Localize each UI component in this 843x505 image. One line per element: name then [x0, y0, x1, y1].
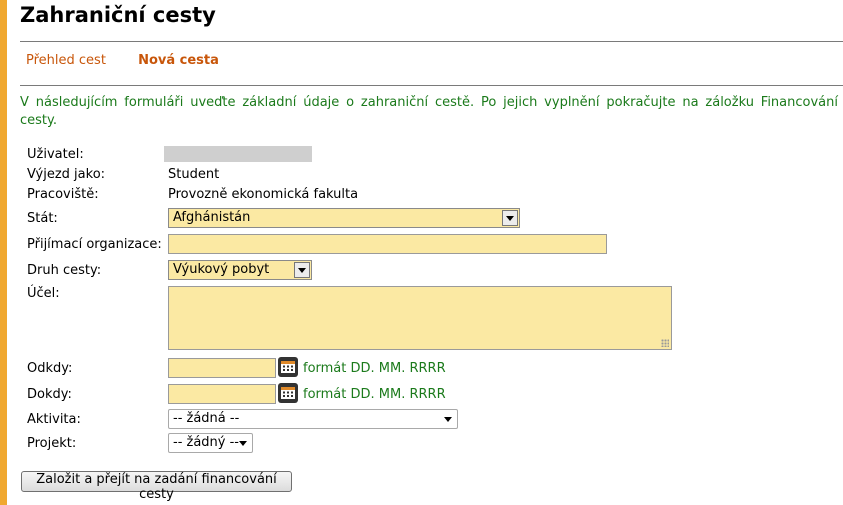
activity-select-value: -- žádná -- [173, 411, 240, 426]
activity-select[interactable]: -- žádná -- [168, 409, 458, 429]
chevron-down-icon[interactable] [502, 210, 518, 226]
workplace-value: Provozně ekonomická fakulta [168, 187, 359, 202]
chevron-down-icon[interactable] [444, 417, 452, 422]
from-date-label: Odkdy: [27, 361, 73, 376]
calendar-icon[interactable] [278, 383, 298, 403]
trip-type-select-value: Výukový pobyt [173, 262, 270, 277]
chevron-down-icon[interactable] [294, 262, 310, 278]
country-select-value: Afghánistán [173, 210, 251, 225]
from-date-format-hint: formát DD. MM. RRRR [303, 361, 446, 376]
trip-as-value: Student [168, 167, 220, 182]
from-date-input[interactable] [168, 358, 276, 378]
to-date-label: Dokdy: [27, 387, 72, 402]
calendar-icon[interactable] [278, 357, 298, 377]
tabs-divider [20, 85, 843, 86]
to-date-format-hint: formát DD. MM. RRRR [303, 387, 446, 402]
receiving-org-label: Přijímací organizace: [27, 237, 162, 252]
user-label: Uživatel: [27, 147, 84, 162]
purpose-textarea[interactable] [168, 286, 672, 350]
page-title: Zahraniční cesty [20, 3, 216, 27]
tab-nova-cesta[interactable]: Nová cesta [138, 53, 219, 68]
to-date-input[interactable] [168, 384, 276, 404]
country-label: Stát: [27, 211, 58, 226]
intro-text: V následujícím formuláři uveďte základní… [20, 95, 838, 128]
activity-label: Aktivita: [27, 412, 81, 427]
tab-bar: Přehled cest Nová cesta [26, 53, 247, 68]
main-content: Zahraniční cesty Přehled cest Nová cesta… [20, 0, 843, 505]
create-and-continue-button[interactable]: Založit a přejít na zadání financování c… [21, 471, 292, 502]
trip-as-label: Výjezd jako: [27, 167, 106, 182]
user-value-redacted [164, 146, 312, 162]
project-label: Projekt: [27, 436, 77, 451]
receiving-org-input[interactable] [168, 234, 607, 254]
resize-grip-icon[interactable] [661, 339, 669, 347]
country-select[interactable]: Afghánistán [168, 208, 520, 228]
chevron-down-icon[interactable] [239, 441, 247, 446]
purpose-label: Účel: [27, 286, 60, 301]
title-divider [20, 41, 843, 42]
trip-type-label: Druh cesty: [27, 263, 102, 278]
project-select-value: -- žádný -- [173, 435, 240, 450]
workplace-label: Pracoviště: [27, 187, 99, 202]
project-select[interactable]: -- žádný -- [168, 433, 253, 453]
accent-sidebar-bar [0, 0, 7, 505]
trip-type-select[interactable]: Výukový pobyt [168, 260, 312, 280]
tab-prehled-cest[interactable]: Přehled cest [26, 53, 106, 68]
